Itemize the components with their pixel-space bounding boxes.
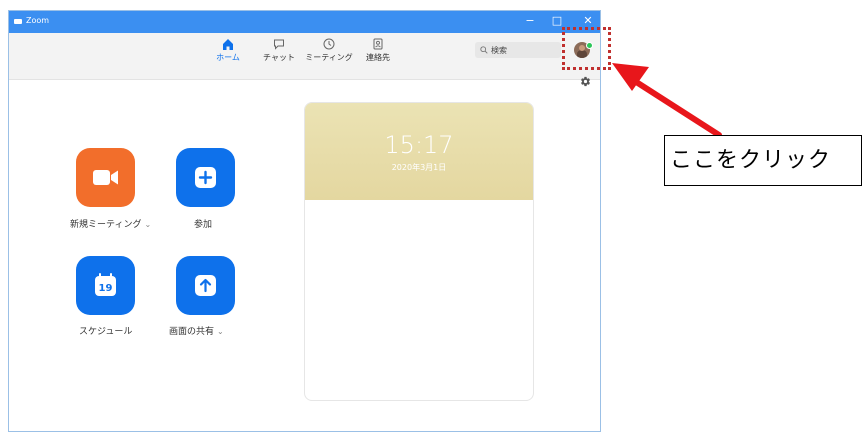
annotation-callout: ここをクリック bbox=[664, 135, 862, 186]
annotation-arrow-icon bbox=[612, 63, 722, 138]
